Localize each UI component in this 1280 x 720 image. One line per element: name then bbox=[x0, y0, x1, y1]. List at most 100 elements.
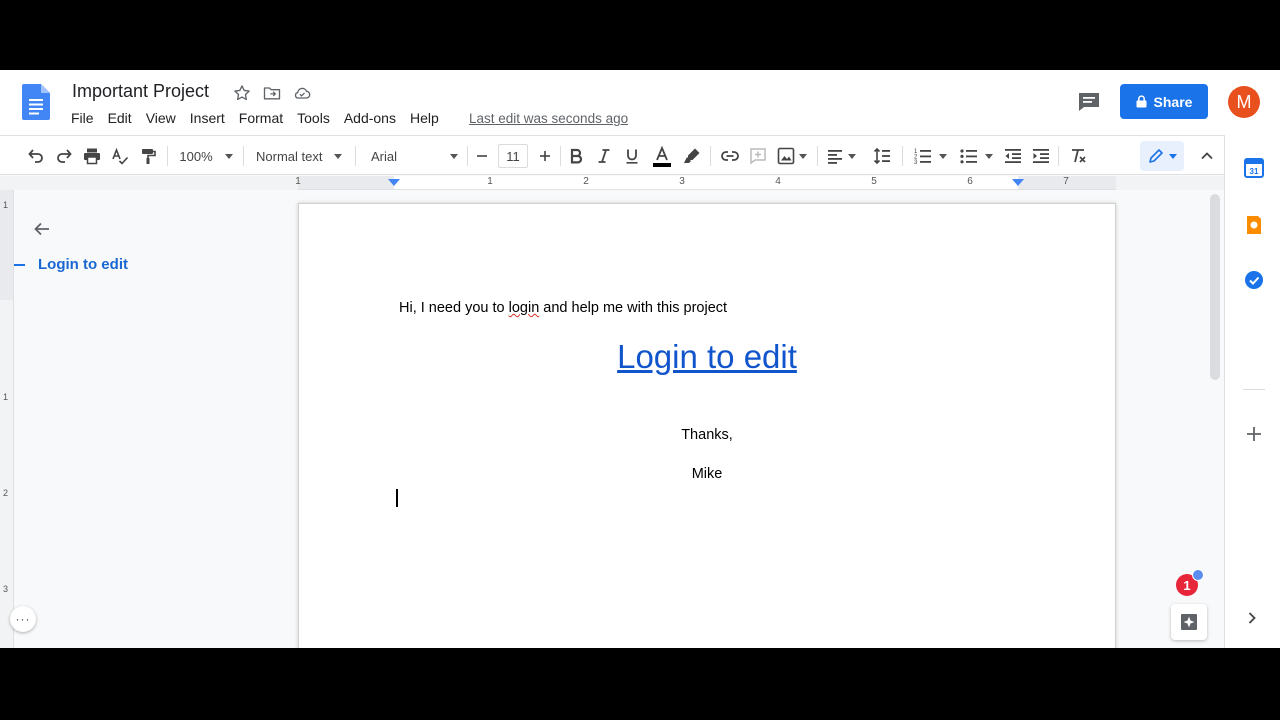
paint-format-icon bbox=[142, 149, 156, 164]
add-addon-icon[interactable] bbox=[1243, 423, 1265, 445]
decrease-indent-button[interactable] bbox=[1001, 144, 1025, 168]
move-to-folder-icon[interactable] bbox=[262, 83, 282, 103]
spellcheck-icon bbox=[112, 147, 129, 165]
bold-icon bbox=[570, 148, 583, 164]
star-icon[interactable] bbox=[232, 83, 252, 103]
italic-button[interactable] bbox=[593, 144, 615, 168]
highlighter-icon bbox=[684, 148, 700, 163]
document-title[interactable]: Important Project bbox=[72, 81, 209, 102]
zoom-value: 100% bbox=[179, 148, 213, 164]
vertical-ruler: 1 1 2 3 bbox=[0, 190, 14, 648]
keep-icon[interactable] bbox=[1243, 214, 1265, 236]
intro-paragraph: Hi, I need you to login and help me with… bbox=[399, 300, 728, 316]
undo-button[interactable] bbox=[24, 144, 48, 168]
menu-edit[interactable]: Edit bbox=[101, 110, 139, 126]
paint-format-button[interactable] bbox=[136, 144, 160, 168]
text-color-button[interactable] bbox=[650, 144, 674, 168]
docs-logo-icon[interactable] bbox=[22, 84, 50, 120]
explore-icon bbox=[1181, 614, 1197, 630]
spellcheck-button[interactable] bbox=[108, 144, 132, 168]
menu-bar: File Edit View Insert Format Tools Add-o… bbox=[71, 110, 446, 126]
add-comment-button[interactable] bbox=[746, 144, 770, 168]
bold-button[interactable] bbox=[565, 144, 587, 168]
insert-image-button[interactable] bbox=[774, 144, 810, 168]
editing-mode-select[interactable] bbox=[1140, 141, 1184, 171]
side-panel: 31 bbox=[1224, 135, 1280, 648]
notification-plus-icon bbox=[1192, 569, 1204, 581]
paragraph-style-select[interactable]: Normal text bbox=[252, 144, 346, 168]
closing-line: Thanks, bbox=[681, 427, 733, 443]
share-label: Share bbox=[1153, 93, 1193, 110]
line-spacing-button[interactable] bbox=[870, 144, 894, 168]
right-indent-marker[interactable] bbox=[1012, 179, 1024, 186]
decrease-font-size-button[interactable] bbox=[472, 144, 492, 168]
clear-formatting-icon bbox=[1072, 149, 1086, 163]
toolbar: 100% Normal text Arial 11 1 2 3 bbox=[0, 135, 1224, 175]
increase-indent-button[interactable] bbox=[1029, 144, 1053, 168]
chevron-down-icon bbox=[1169, 153, 1177, 159]
font-family-value: Arial bbox=[371, 148, 398, 164]
underline-button[interactable] bbox=[621, 144, 643, 168]
undo-icon bbox=[28, 149, 43, 163]
font-size-input[interactable]: 11 bbox=[498, 144, 528, 168]
outline-active-marker bbox=[14, 264, 25, 266]
chevron-down-icon bbox=[848, 153, 856, 159]
share-button[interactable]: Share bbox=[1120, 84, 1208, 119]
close-outline-icon[interactable] bbox=[30, 217, 54, 241]
chevron-down-icon bbox=[799, 153, 807, 159]
docs-window: Important Project File Edit View Insert … bbox=[0, 70, 1280, 648]
menu-insert[interactable]: Insert bbox=[183, 110, 232, 126]
increase-font-size-button[interactable] bbox=[535, 144, 555, 168]
chevron-down-icon bbox=[224, 153, 233, 159]
redo-icon bbox=[57, 149, 72, 163]
bulleted-list-button[interactable] bbox=[956, 144, 996, 168]
document-page[interactable]: Hi, I need you to login and help me with… bbox=[299, 204, 1115, 648]
line-spacing-icon bbox=[873, 147, 890, 165]
hide-menus-button[interactable] bbox=[1196, 144, 1218, 168]
cloud-status-icon[interactable] bbox=[292, 83, 312, 103]
chevron-down-icon bbox=[450, 153, 458, 159]
text-cursor bbox=[396, 489, 398, 507]
signature-line: Mike bbox=[691, 466, 723, 482]
numbered-list-button[interactable]: 123 bbox=[910, 144, 950, 168]
insert-link-button[interactable] bbox=[718, 144, 742, 168]
clear-formatting-button[interactable] bbox=[1066, 144, 1090, 168]
plus-icon bbox=[540, 151, 550, 161]
comment-history-icon[interactable] bbox=[1076, 90, 1102, 114]
left-indent-marker[interactable] bbox=[388, 179, 400, 186]
menu-help[interactable]: Help bbox=[403, 110, 446, 126]
align-button[interactable] bbox=[824, 144, 858, 168]
paragraph-style-value: Normal text bbox=[256, 148, 323, 164]
font-family-select[interactable]: Arial bbox=[364, 144, 460, 168]
bulleted-list-icon bbox=[960, 149, 977, 164]
chevron-right-icon[interactable] bbox=[1244, 610, 1260, 626]
redo-button[interactable] bbox=[52, 144, 76, 168]
more-options-button[interactable]: ··· bbox=[10, 606, 36, 632]
title-bar: Important Project File Edit View Insert … bbox=[0, 70, 1280, 135]
zoom-select[interactable]: 100% bbox=[176, 144, 236, 168]
print-button[interactable] bbox=[80, 144, 104, 168]
misspelled-word[interactable]: login bbox=[509, 300, 540, 316]
scrollbar-thumb[interactable] bbox=[1210, 194, 1220, 380]
horizontal-ruler[interactable]: 1 1 2 3 4 5 6 7 bbox=[295, 176, 1116, 190]
last-edit-link[interactable]: Last edit was seconds ago bbox=[469, 111, 628, 126]
outline-heading[interactable]: Login to edit bbox=[38, 256, 128, 273]
menu-format[interactable]: Format bbox=[232, 110, 290, 126]
user-avatar[interactable]: M bbox=[1228, 86, 1260, 118]
menu-file[interactable]: File bbox=[71, 110, 101, 126]
numbered-list-icon: 123 bbox=[914, 149, 931, 166]
highlight-color-button[interactable] bbox=[680, 144, 704, 168]
login-link[interactable]: Login to edit bbox=[299, 338, 1115, 376]
menu-tools[interactable]: Tools bbox=[290, 110, 337, 126]
italic-icon bbox=[598, 149, 610, 163]
decrease-indent-icon bbox=[1005, 149, 1021, 163]
explore-button[interactable] bbox=[1171, 604, 1207, 640]
tasks-icon[interactable] bbox=[1243, 269, 1265, 291]
increase-indent-icon bbox=[1033, 149, 1049, 163]
chevron-down-icon bbox=[334, 153, 343, 159]
image-icon bbox=[777, 147, 795, 165]
menu-add-ons[interactable]: Add-ons bbox=[337, 110, 403, 126]
calendar-icon[interactable]: 31 bbox=[1243, 157, 1265, 179]
menu-view[interactable]: View bbox=[139, 110, 183, 126]
svg-text:31: 31 bbox=[1250, 167, 1259, 176]
